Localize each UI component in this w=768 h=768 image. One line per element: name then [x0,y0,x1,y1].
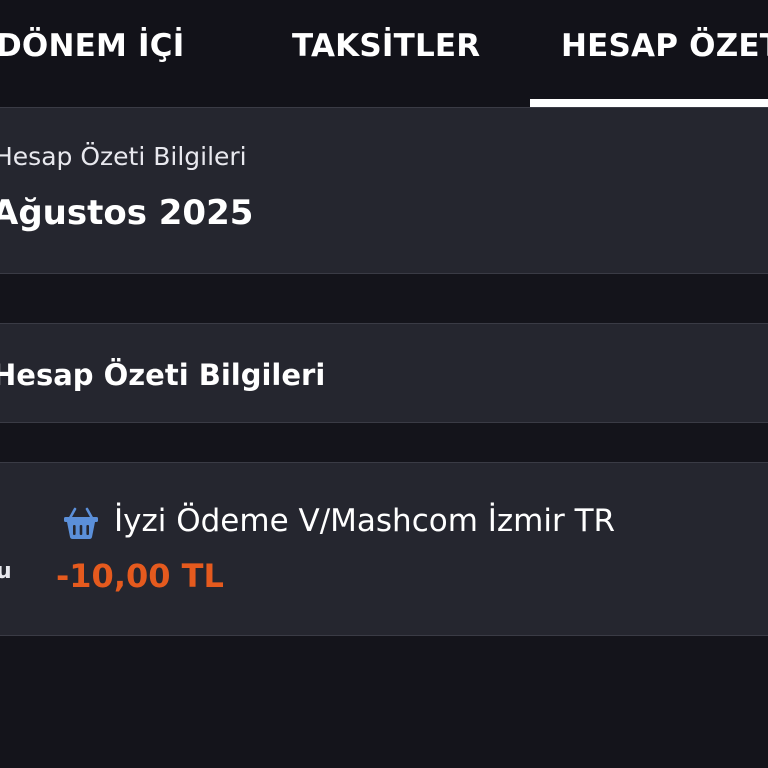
tab-donem-ici[interactable]: DÖNEM İÇİ [0,26,184,66]
tab-bar: DÖNEM İÇİ TAKSİTLER HESAP ÖZETİ [0,0,768,107]
screen: DÖNEM İÇİ TAKSİTLER HESAP ÖZETİ Hesap Öz… [0,0,768,768]
statement-section-header: Hesap Özeti Bilgileri [0,323,768,423]
transaction-date-fragment: u [0,559,12,584]
tab-hesap-ozeti[interactable]: HESAP ÖZETİ [561,26,768,66]
section-title: Hesap Özeti Bilgileri [0,358,326,392]
statement-period-card[interactable]: Hesap Özeti Bilgileri Ağustos 2025 [0,107,768,274]
transaction-merchant: İyzi Ödeme V/Mashcom İzmir TR [114,503,616,539]
transaction-amount: -10,00 TL [56,557,224,595]
transaction-row[interactable]: u İyzi Ödeme V/Mashcom İzmir TR -10,00 T… [0,462,768,636]
statement-info-label: Hesap Özeti Bilgileri [0,142,247,171]
statement-period: Ağustos 2025 [0,193,254,233]
tab-taksitler[interactable]: TAKSİTLER [292,26,480,66]
basket-icon [64,507,98,539]
active-tab-indicator [530,99,768,107]
